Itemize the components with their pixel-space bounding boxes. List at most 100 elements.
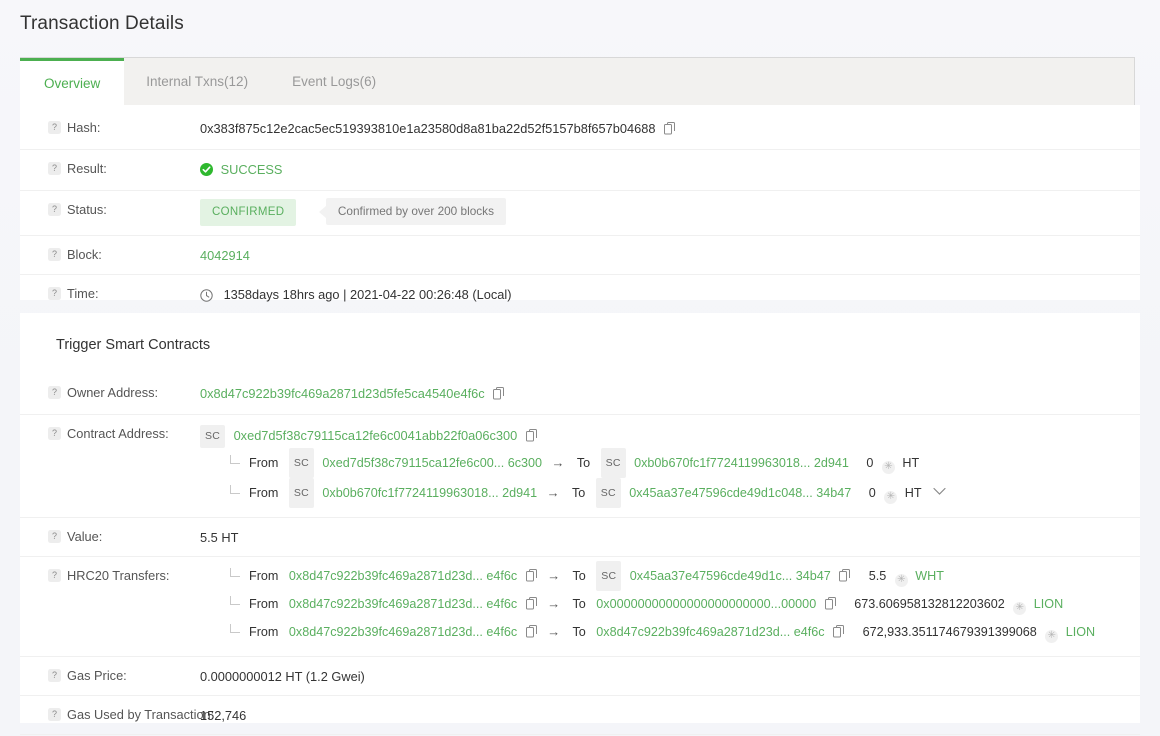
hrc20-from-address[interactable]: 0x8d47c922b39fc469a2871d23d... e4f6c [289, 569, 517, 583]
row-hrc20-transfers: ? HRC20 Transfers: From 0x8d47c922b39fc4… [20, 557, 1140, 657]
internal-transfer-from-address[interactable]: 0xed7d5f38c79115ca12fe6c00... 6c300 [322, 456, 542, 470]
token-icon: ✳ [894, 574, 908, 587]
tree-elbow-icon [229, 485, 240, 494]
row-time-label-wrap: ? Time: [48, 275, 200, 301]
hrc20-to-address[interactable]: 0x45aa37e47596cde49d1c... 34b47 [630, 569, 831, 583]
copy-icon[interactable] [525, 565, 538, 591]
tree-elbow-icon [229, 455, 240, 464]
to-label: To [571, 486, 586, 500]
help-icon[interactable]: ? [48, 569, 61, 582]
help-icon[interactable]: ? [48, 287, 61, 300]
contract-address-link[interactable]: 0xed7d5f38c79115ca12fe6c0041abb22f0a06c3… [234, 428, 518, 443]
row-contract-address: ? Contract Address: SC 0xed7d5f38c79115c… [20, 415, 1140, 518]
hrc20-transfer-row: From 0x8d47c922b39fc469a2871d23d... e4f6… [200, 561, 1140, 591]
row-gas-price: ? Gas Price: 0.0000000012 HT (1.2 Gwei) [20, 657, 1140, 696]
confirmation-tooltip: Confirmed by over 200 blocks [318, 198, 506, 225]
contract-rows: ? Owner Address: 0x8d47c922b39fc469a2871… [20, 374, 1140, 736]
gas-price-value: 0.0000000012 HT (1.2 Gwei) [200, 669, 365, 684]
hrc20-transfer-row: From 0x8d47c922b39fc469a2871d23d... e4f6… [200, 619, 1140, 647]
row-gas-used-value-wrap: 152,746 [200, 696, 1140, 734]
row-status-label: Status: [67, 202, 107, 217]
help-icon[interactable]: ? [48, 530, 61, 543]
check-circle-icon [200, 162, 213, 181]
copy-icon[interactable] [839, 565, 851, 591]
clock-icon [200, 288, 213, 307]
copy-icon[interactable] [824, 593, 837, 619]
tab-overview[interactable]: Overview [20, 58, 125, 106]
help-icon[interactable]: ? [48, 427, 61, 440]
tab-event-logs[interactable]: Event Logs(6) [270, 58, 398, 106]
smart-contract-tag: SC [200, 425, 225, 448]
smart-contract-tag: SC [595, 478, 621, 508]
internal-transfer-from-address[interactable]: 0xb0b670fc1f7724119963018... 2d941 [322, 486, 537, 500]
smart-contract-tag: SC [288, 448, 314, 478]
help-icon[interactable]: ? [48, 162, 61, 175]
row-contract-address-label-wrap: ? Contract Address: [48, 415, 200, 441]
copy-icon[interactable] [664, 121, 676, 140]
from-label: From [249, 486, 279, 500]
tab-event-logs-label: Event Logs(6) [292, 74, 377, 89]
arrow-right-icon: → [551, 455, 565, 470]
row-result-label: Result: [67, 161, 107, 176]
row-gas-used-label-wrap: ? Gas Used by Transaction: [48, 696, 214, 722]
owner-address-link[interactable]: 0x8d47c922b39fc469a2871d23d5fe5ca4540e4f… [200, 386, 485, 401]
hrc20-to-address[interactable]: 0x8d47c922b39fc469a2871d23d... e4f6c [596, 625, 824, 639]
row-time: ? Time: 1358days 18hrs ago | 2021-04-22 … [20, 275, 1140, 316]
copy-icon[interactable] [525, 593, 538, 619]
token-icon: ✳ [884, 491, 898, 504]
row-hrc20-transfers-label-wrap: ? HRC20 Transfers: [48, 557, 200, 583]
arrow-right-icon: → [547, 568, 561, 583]
smart-contract-tag: SC [288, 478, 314, 508]
row-hash: ? Hash: 0x383f875c12e2cac5ec519393810e1a… [20, 109, 1140, 150]
tab-bar: Overview Internal Txns(12) Event Logs(6) [20, 57, 1135, 106]
to-label: To [572, 625, 586, 639]
internal-transfer-to-address[interactable]: 0xb0b670fc1f7724119963018... 2d941 [634, 456, 849, 470]
hrc20-to-address[interactable]: 0x00000000000000000000000...00000 [596, 597, 816, 611]
gas-used-value: 152,746 [200, 708, 247, 723]
hrc20-token-symbol[interactable]: LION [1034, 597, 1063, 611]
token-icon: ✳ [1013, 602, 1027, 615]
arrow-right-icon: → [547, 624, 561, 639]
hrc20-token-symbol[interactable]: LION [1066, 625, 1095, 639]
copy-icon[interactable] [493, 386, 505, 405]
row-block-label-wrap: ? Block: [48, 236, 200, 262]
help-icon[interactable]: ? [48, 248, 61, 261]
arrow-right-icon: → [547, 596, 561, 611]
internal-transfer-row: From SC 0xed7d5f38c79115ca12fe6c00... 6c… [200, 448, 1140, 478]
overview-rows: ? Hash: 0x383f875c12e2cac5ec519393810e1a… [20, 109, 1140, 316]
tab-internal-txns[interactable]: Internal Txns(12) [124, 58, 270, 106]
row-owner-address-value-wrap: 0x8d47c922b39fc469a2871d23d5fe5ca4540e4f… [200, 374, 1140, 414]
from-label: From [249, 569, 279, 583]
help-icon[interactable]: ? [48, 203, 61, 216]
hrc20-from-address[interactable]: 0x8d47c922b39fc469a2871d23d... e4f6c [289, 625, 517, 639]
copy-icon[interactable] [525, 621, 538, 647]
row-value: ? Value: 5.5 HT [20, 518, 1140, 557]
row-status-value-wrap: CONFIRMED Confirmed by over 200 blocks [200, 191, 1140, 235]
internal-transfer-token: HT [904, 486, 922, 500]
hrc20-from-address[interactable]: 0x8d47c922b39fc469a2871d23d... e4f6c [289, 597, 517, 611]
help-icon[interactable]: ? [48, 708, 61, 721]
chevron-down-icon[interactable] [933, 479, 946, 505]
row-hash-label-wrap: ? Hash: [48, 109, 200, 135]
block-number-link[interactable]: 4042914 [200, 248, 250, 263]
row-value-value-wrap: 5.5 HT [200, 518, 1140, 556]
row-contract-address-label: Contract Address: [67, 426, 169, 441]
smart-contract-tag: SC [596, 561, 622, 591]
row-gas-used-label: Gas Used by Transaction: [67, 707, 215, 722]
tree-elbow-icon [229, 624, 240, 633]
status-badge: SUCCESS [220, 162, 283, 177]
token-icon: ✳ [1045, 630, 1059, 643]
transaction-hash: 0x383f875c12e2cac5ec519393810e1a23580d8a… [200, 121, 656, 136]
arrow-right-icon: → [546, 485, 560, 500]
copy-icon[interactable] [525, 428, 538, 447]
hrc20-transfer-row: From 0x8d47c922b39fc469a2871d23d... e4f6… [200, 591, 1140, 619]
internal-transfer-to-address[interactable]: 0x45aa37e47596cde49d1c048... 34b47 [629, 486, 851, 500]
to-label: To [572, 597, 586, 611]
hrc20-token-symbol[interactable]: WHT [915, 569, 944, 583]
row-result-value-wrap: SUCCESS [200, 150, 1140, 190]
help-icon[interactable]: ? [48, 386, 61, 399]
from-label: From [249, 597, 279, 611]
help-icon[interactable]: ? [48, 669, 61, 682]
help-icon[interactable]: ? [48, 121, 61, 134]
copy-icon[interactable] [833, 621, 845, 647]
